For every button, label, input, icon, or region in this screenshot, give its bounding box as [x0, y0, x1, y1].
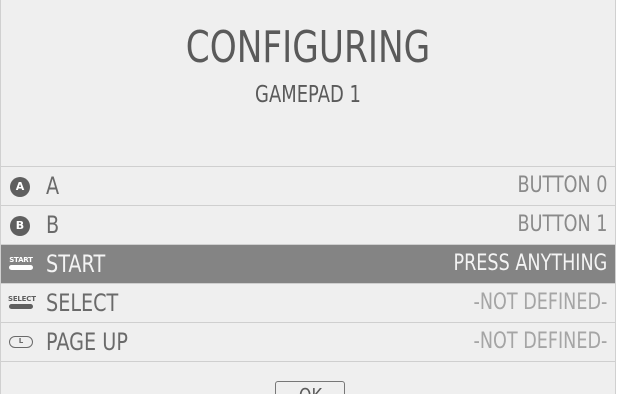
input-row-select[interactable]: SELECT SELECT -NOT DEFINED-: [1, 283, 615, 322]
input-row-start[interactable]: START START PRESS ANYTHING: [1, 244, 615, 283]
shoulder-l-icon: L: [9, 336, 33, 348]
input-mapping-value: -NOT DEFINED-: [473, 290, 607, 315]
input-mapping-value: BUTTON 0: [517, 173, 607, 198]
input-row-page-up[interactable]: L PAGE UP -NOT DEFINED-: [1, 322, 615, 361]
input-mapping-list: A A BUTTON 0 B B BUTTON 1 START START PR…: [1, 166, 615, 362]
input-row-b[interactable]: B B BUTTON 1: [1, 205, 615, 244]
select-button-icon: SELECT: [8, 295, 36, 311]
dialog-header: CONFIGURING GAMEPAD 1: [1, 0, 615, 166]
ok-button-label: OK: [298, 384, 321, 394]
input-label: SELECT: [46, 289, 119, 317]
dialog-subtitle: GAMEPAD 1: [255, 82, 361, 108]
input-mapping-value: PRESS ANYTHING: [453, 251, 607, 276]
button-a-icon: A: [10, 177, 30, 197]
input-label: START: [46, 250, 106, 278]
dialog-title: CONFIGURING: [185, 22, 431, 73]
start-button-icon: START: [8, 256, 34, 272]
ok-button[interactable]: OK: [275, 381, 345, 394]
list-bottom-divider: [1, 361, 615, 362]
button-b-icon: B: [10, 216, 30, 236]
input-label: PAGE UP: [46, 328, 128, 356]
input-mapping-value: -NOT DEFINED-: [473, 329, 607, 354]
input-label: B: [46, 211, 60, 239]
input-label: A: [46, 172, 60, 200]
start-icon-caption: START: [9, 256, 33, 264]
start-icon-bar: [9, 265, 33, 270]
select-icon-bar: [9, 304, 33, 309]
input-mapping-value: BUTTON 1: [517, 212, 607, 237]
select-icon-caption: SELECT: [8, 295, 36, 303]
input-row-a[interactable]: A A BUTTON 0: [1, 166, 615, 205]
input-config-dialog: CONFIGURING GAMEPAD 1 A A BUTTON 0 B B B…: [0, 0, 616, 394]
